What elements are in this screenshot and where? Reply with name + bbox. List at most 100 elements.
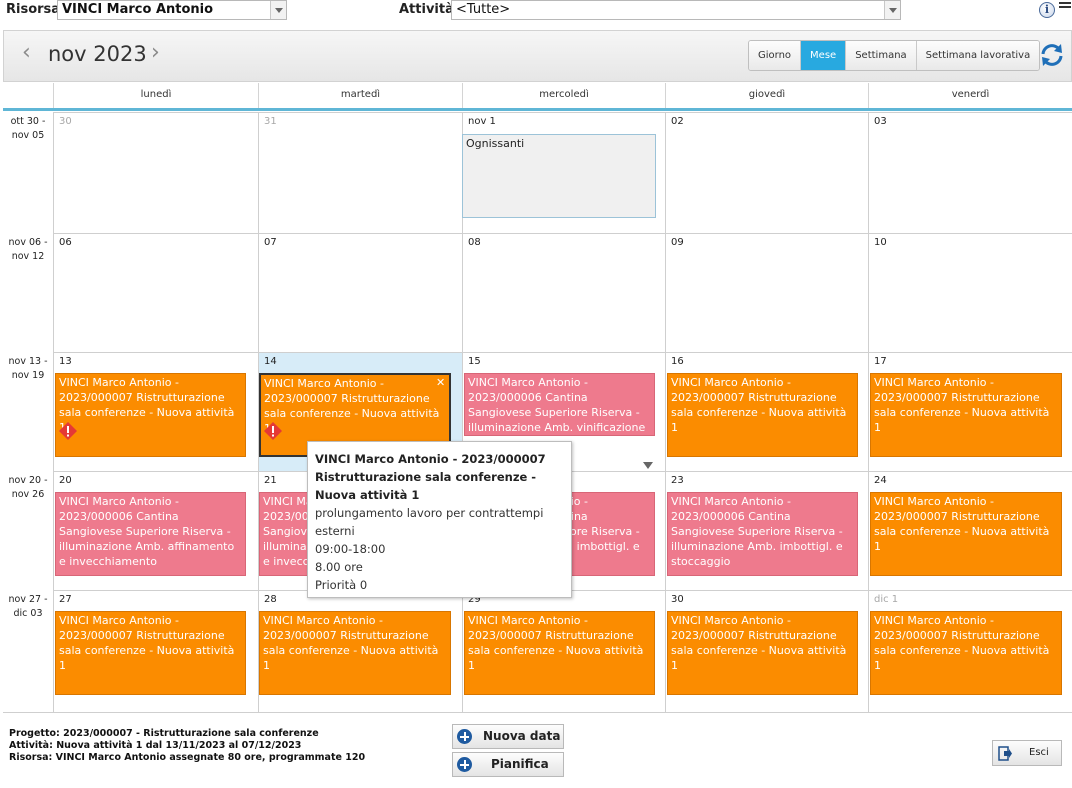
day-header-thursday: giovedì	[665, 83, 868, 108]
warning-icon	[264, 422, 282, 440]
activity-select[interactable]: <Tutte>	[451, 0, 901, 20]
day-number: 20	[59, 475, 72, 486]
day-cell[interactable]: 09	[665, 233, 868, 352]
event-item[interactable]: VINCI Marco Antonio - 2023/000007 Ristru…	[259, 611, 451, 695]
selection-summary: Progetto: 2023/000007 - Ristrutturazione…	[9, 728, 365, 764]
month-grid: ott 30 - nov 05 30 31 nov 1 02 03 Ognissa…	[3, 112, 1072, 713]
day-cell[interactable]: 10	[868, 233, 1072, 352]
day-cell[interactable]: 06	[53, 233, 258, 352]
event-item[interactable]: VINCI Marco Antonio - 2023/000007 Ristru…	[870, 373, 1062, 457]
week-label: nov 13 - nov 19	[8, 356, 48, 381]
day-number: 30	[59, 116, 72, 127]
new-date-label: Nuova data	[483, 729, 561, 743]
tooltip-priority: Priorità 0	[315, 578, 368, 592]
day-cell[interactable]: 07	[258, 233, 462, 352]
day-header-tuesday: martedì	[258, 83, 462, 108]
event-item[interactable]: VINCI Marco Antonio - 2023/000007 Ristru…	[55, 611, 246, 695]
event-item[interactable]: VINCI Marco Antonio - 2023/000007 Ristru…	[870, 611, 1062, 695]
day-number: 24	[874, 475, 887, 486]
plus-icon	[457, 729, 472, 744]
event-item[interactable]: VINCI Marco Antonio - 2023/000007 Ristru…	[55, 373, 246, 457]
calendar-toolbar: ‹ nov 2023 › Giorno Mese Settimana Setti…	[3, 30, 1072, 82]
day-number: 03	[874, 116, 887, 127]
event-item[interactable]: VINCI Marco Antonio - 2023/000007 Ristru…	[464, 611, 655, 695]
day-header-wednesday: mercoledì	[462, 83, 665, 108]
day-number: 31	[264, 116, 277, 127]
day-number: 15	[468, 356, 481, 367]
event-item[interactable]: VINCI Marco Antonio - 2023/000006 Cantin…	[55, 492, 246, 576]
day-number: 21	[264, 475, 277, 486]
resource-label: Risorsa	[6, 2, 61, 17]
event-tooltip: VINCI Marco Antonio - 2023/000007 Ristru…	[307, 441, 572, 598]
grid-bottom-line	[3, 712, 1072, 713]
week-label: nov 20 - nov 26	[8, 475, 48, 500]
next-month-button[interactable]: ›	[151, 41, 160, 65]
refresh-icon[interactable]	[1038, 41, 1066, 69]
exit-button[interactable]: Esci	[992, 740, 1062, 766]
view-workweek-button[interactable]: Settimana lavorativa	[916, 41, 1040, 70]
day-cell[interactable]: 08	[462, 233, 665, 352]
view-month-button[interactable]: Mese	[801, 41, 847, 70]
day-number: 28	[264, 594, 277, 605]
resource-select[interactable]: VINCI Marco Antonio	[57, 0, 287, 20]
day-number: dic 1	[874, 594, 899, 605]
day-header-friday: venerdì	[868, 83, 1072, 108]
week-label: nov 27 - dic 03	[8, 594, 48, 619]
day-cell[interactable]: 03	[868, 112, 1072, 233]
footer-project: Progetto: 2023/000007 - Ristrutturazione…	[9, 728, 319, 739]
footer-resource: Risorsa: VINCI Marco Antonio assegnate 8…	[9, 752, 366, 763]
new-date-button[interactable]: Nuova data	[452, 724, 564, 749]
day-cell[interactable]: 31	[258, 112, 462, 233]
plan-label: Pianifica	[491, 757, 549, 771]
event-item[interactable]: VINCI Marco Antonio - 2023/000007 Ristru…	[667, 373, 858, 457]
week-label: ott 30 - nov 05	[10, 116, 46, 141]
day-number: 13	[59, 356, 72, 367]
event-item[interactable]: VINCI Marco Antonio - 2023/000006 Cantin…	[667, 492, 858, 576]
prev-month-button[interactable]: ‹	[22, 41, 31, 65]
chevron-down-icon[interactable]	[884, 1, 900, 19]
day-number: 17	[874, 356, 887, 367]
day-number: 14	[264, 356, 277, 367]
activity-label: Attività	[399, 2, 454, 17]
close-icon[interactable]: ✕	[436, 376, 445, 389]
day-number: 02	[671, 116, 684, 127]
holiday-event[interactable]: Ognissanti	[462, 134, 656, 218]
resource-select-value: VINCI Marco Antonio	[62, 2, 214, 17]
tooltip-hours: 8.00 ore	[315, 560, 363, 574]
event-item[interactable]: VINCI Marco Antonio - 2023/000006 Cantin…	[464, 373, 655, 436]
tooltip-note: prolungamento lavoro per contrattempi es…	[315, 506, 544, 538]
tooltip-title: VINCI Marco Antonio - 2023/000007 Ristru…	[315, 452, 546, 502]
day-cell[interactable]: 02	[665, 112, 868, 233]
menu-icon[interactable]	[1059, 2, 1071, 12]
week-label: nov 06 - nov 12	[8, 237, 48, 262]
day-number: 09	[671, 237, 684, 248]
warning-icon	[59, 422, 77, 440]
day-number: 30	[671, 594, 684, 605]
event-item[interactable]: VINCI Marco Antonio - 2023/000007 Ristru…	[870, 492, 1062, 576]
plan-button[interactable]: Pianifica	[452, 752, 564, 777]
day-number: 08	[468, 237, 481, 248]
view-day-button[interactable]: Giorno	[749, 41, 802, 70]
activity-select-value: <Tutte>	[456, 2, 511, 17]
plus-icon	[457, 757, 472, 772]
footer-activity: Attività: Nuova attività 1 dal 13/11/202…	[9, 740, 302, 751]
tooltip-time: 09:00-18:00	[315, 542, 386, 556]
month-title: nov 2023	[48, 42, 147, 66]
day-number: 07	[264, 237, 277, 248]
day-number: 10	[874, 237, 887, 248]
day-cell[interactable]: 30	[53, 112, 258, 233]
day-headers: lunedì martedì mercoledì giovedì venerdì	[3, 83, 1072, 111]
view-week-button[interactable]: Settimana	[846, 41, 917, 70]
exit-icon	[998, 746, 1012, 761]
exit-label: Esci	[1029, 747, 1049, 758]
chevron-down-icon[interactable]	[270, 1, 286, 19]
view-switcher: Giorno Mese Settimana Settimana lavorati…	[748, 40, 1041, 71]
event-item[interactable]: VINCI Marco Antonio - 2023/000007 Ristru…	[667, 611, 858, 695]
day-number: 27	[59, 594, 72, 605]
day-number: 16	[671, 356, 684, 367]
info-icon[interactable]: i	[1039, 2, 1055, 18]
day-number: 23	[671, 475, 684, 486]
day-number: nov 1	[468, 116, 496, 127]
day-header-monday: lunedì	[53, 83, 258, 108]
more-events-icon[interactable]	[643, 462, 653, 469]
